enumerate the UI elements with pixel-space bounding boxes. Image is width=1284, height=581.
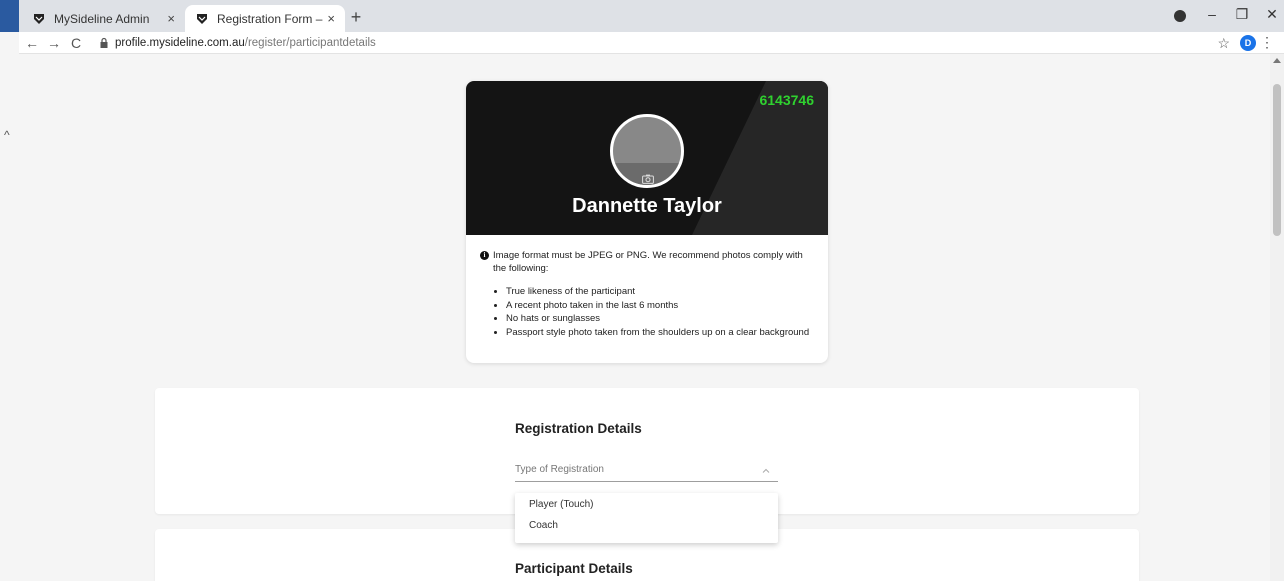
photo-note-text: Image format must be JPEG or PNG. We rec… bbox=[493, 250, 803, 274]
scroll-up-arrow-icon[interactable] bbox=[1273, 58, 1281, 63]
info-icon: i bbox=[480, 251, 489, 260]
chevron-up-icon[interactable] bbox=[762, 462, 770, 473]
browser-profile-icon[interactable] bbox=[1174, 10, 1186, 22]
chevron-up-icon[interactable]: ^ bbox=[4, 128, 10, 142]
photo-guidelines: i Image format must be JPEG or PNG. We r… bbox=[466, 235, 828, 339]
address-bar[interactable]: profile.mysideline.com.au/register/parti… bbox=[115, 37, 376, 49]
photo-note: i Image format must be JPEG or PNG. We r… bbox=[480, 249, 814, 275]
option-coach[interactable]: Coach bbox=[515, 518, 778, 539]
mysideline-shield-icon bbox=[195, 12, 209, 26]
mysideline-shield-icon bbox=[32, 12, 46, 26]
window-controls: – ❐ ✕ bbox=[1194, 6, 1284, 23]
participant-details-title: Participant Details bbox=[515, 561, 633, 576]
list-item: No hats or sunglasses bbox=[506, 312, 814, 326]
lock-icon[interactable] bbox=[99, 37, 109, 49]
tab-registration-form[interactable]: Registration Form – MySideline × bbox=[185, 5, 345, 32]
window-close-button[interactable]: ✕ bbox=[1260, 6, 1284, 23]
browser-tab-bar: MySideline Admin × Registration Form – M… bbox=[0, 0, 1284, 32]
member-id: 6143746 bbox=[759, 92, 814, 108]
camera-icon bbox=[642, 171, 654, 184]
new-tab-button[interactable]: + bbox=[346, 7, 366, 28]
tab-title: Registration Form – MySideline bbox=[217, 11, 323, 26]
tab-mysideline-admin[interactable]: MySideline Admin × bbox=[22, 5, 185, 32]
list-item: A recent photo taken in the last 6 month… bbox=[506, 299, 814, 313]
list-item: True likeness of the participant bbox=[506, 285, 814, 299]
restore-button[interactable]: ❐ bbox=[1230, 6, 1254, 23]
bookmark-star-icon[interactable]: ☆ bbox=[1217, 35, 1230, 52]
registration-type-select[interactable]: Type of Registration bbox=[515, 458, 778, 482]
minimize-button[interactable]: – bbox=[1200, 6, 1224, 23]
photo-requirements-list: True likeness of the participant A recen… bbox=[480, 285, 814, 339]
participant-name: Dannette Taylor bbox=[572, 195, 722, 217]
page-scrollbar[interactable] bbox=[1270, 54, 1284, 581]
browser-toolbar: ← → C profile.mysideline.com.au/register… bbox=[19, 32, 1284, 54]
back-icon[interactable]: ← bbox=[23, 35, 41, 51]
url-domain: profile.mysideline.com.au bbox=[115, 36, 245, 49]
left-strip-accent bbox=[0, 0, 19, 32]
url-path: /register/participantdetails bbox=[244, 36, 376, 49]
forward-icon[interactable]: → bbox=[45, 35, 63, 51]
reload-icon[interactable]: C bbox=[67, 35, 85, 51]
browser-menu-icon[interactable]: ⋮ bbox=[1260, 34, 1274, 51]
profile-header: 6143746 Dannette Taylor bbox=[466, 81, 828, 235]
list-item: Passport style photo taken from the shou… bbox=[506, 326, 814, 340]
profile-card: 6143746 Dannette Taylor i Image format m… bbox=[466, 81, 828, 363]
tab-close-icon[interactable]: × bbox=[167, 11, 175, 26]
tab-close-icon[interactable]: × bbox=[327, 11, 335, 26]
profile-photo-upload[interactable] bbox=[610, 114, 684, 188]
registration-type-placeholder: Type of Registration bbox=[515, 464, 604, 475]
left-strip bbox=[0, 0, 19, 581]
registration-type-dropdown: Player (Touch) Coach bbox=[515, 493, 778, 543]
scroll-thumb[interactable] bbox=[1273, 84, 1281, 236]
registration-details-title: Registration Details bbox=[515, 421, 642, 436]
user-avatar[interactable]: D bbox=[1240, 35, 1256, 51]
tab-title: MySideline Admin bbox=[54, 11, 150, 26]
option-player-touch[interactable]: Player (Touch) bbox=[515, 497, 778, 518]
